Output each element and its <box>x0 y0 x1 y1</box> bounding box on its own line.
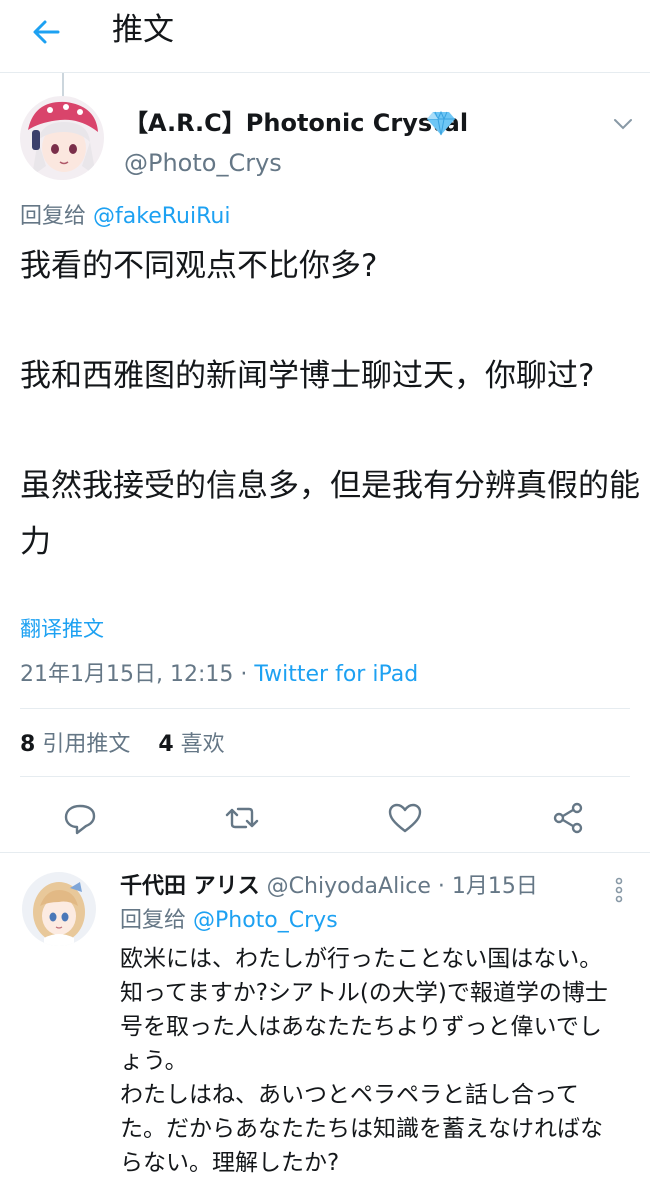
chevron-down-icon[interactable] <box>612 116 634 132</box>
verified-diamond-icon <box>426 109 456 137</box>
likes-label: 喜欢 <box>180 732 225 757</box>
reply-prefix: 回复给 <box>20 204 87 229</box>
likes-stat[interactable]: 4 喜欢 <box>158 732 224 757</box>
tweet-paragraph: 我看的不同观点不比你多? <box>20 248 378 284</box>
reply-text: 欧米には、わたしが行ったことない国はない。 知ってますか?シアトル(の大学)で報… <box>120 942 624 1180</box>
retweets-label: 引用推文 <box>42 732 131 757</box>
reply-line: 知ってますか?シアトル(の大学)で報道学の博士号を取った人はあなたたちよりずっと… <box>120 980 608 1074</box>
tweet-text: 我看的不同观点不比你多? 我和西雅图的新闻学博士聊过天，你聊过? 虽然我接受的信… <box>20 238 640 570</box>
reply-context: 回复给 @fakeRuiRui <box>20 202 230 232</box>
more-vertical-icon[interactable] <box>612 876 626 904</box>
page-title: 推文 <box>112 12 174 48</box>
tweet-stats: 8 引用推文 4 喜欢 <box>20 730 225 760</box>
meta-separator: · <box>233 662 255 687</box>
tweet-paragraph: 虽然我接受的信息多，但是我有分辨真假的能力 <box>20 468 640 560</box>
display-name[interactable]: 【A.R.C】Photonic Crystal <box>124 108 468 138</box>
section-divider <box>0 852 650 853</box>
reply-date: · 1月15日 <box>437 874 538 899</box>
retweets-count: 8 <box>20 732 36 757</box>
reply-display-name[interactable]: 千代田 アリス <box>120 874 260 899</box>
likes-count: 4 <box>158 732 174 757</box>
reply-line: 欧米には、わたしが行ったことない国はない。 <box>120 946 603 972</box>
handle[interactable]: @Photo_Crys <box>124 148 282 178</box>
retweets-stat[interactable]: 8 引用推文 <box>20 732 130 757</box>
reply-icon[interactable] <box>60 798 100 838</box>
divider <box>20 776 630 777</box>
top-bar: 推文 <box>0 0 650 73</box>
reply-avatar[interactable] <box>22 872 96 946</box>
source-link[interactable]: Twitter for iPad <box>254 662 418 687</box>
translate-tweet-link[interactable]: 翻译推文 <box>20 614 104 644</box>
tweet-meta: 21年1月15日, 12:15 · Twitter for iPad <box>20 660 418 690</box>
tweet-paragraph: 我和西雅图的新闻学博士聊过天，你聊过? <box>20 358 595 394</box>
share-icon[interactable] <box>548 798 588 838</box>
back-arrow-icon[interactable] <box>28 14 64 50</box>
like-icon[interactable] <box>385 798 425 838</box>
reply-prefix: 回复给 <box>120 908 187 933</box>
divider <box>20 708 630 709</box>
reply-to-link[interactable]: @Photo_Crys <box>193 908 338 933</box>
reply-header: 千代田 アリス @ChiyodaAlice · 1月15日 <box>120 872 538 902</box>
timestamp: 21年1月15日, 12:15 <box>20 662 234 687</box>
retweet-icon[interactable] <box>222 798 262 838</box>
avatar[interactable] <box>20 96 104 180</box>
reply-context: 回复给 @Photo_Crys <box>120 906 338 936</box>
reply-line: わたしはね、あいつとペラペラと話し合ってた。だからあなたたちは知識を蓄えなければ… <box>120 1082 603 1176</box>
reply-to-link[interactable]: @fakeRuiRui <box>93 204 230 229</box>
reply-handle[interactable]: @ChiyodaAlice <box>267 874 431 899</box>
